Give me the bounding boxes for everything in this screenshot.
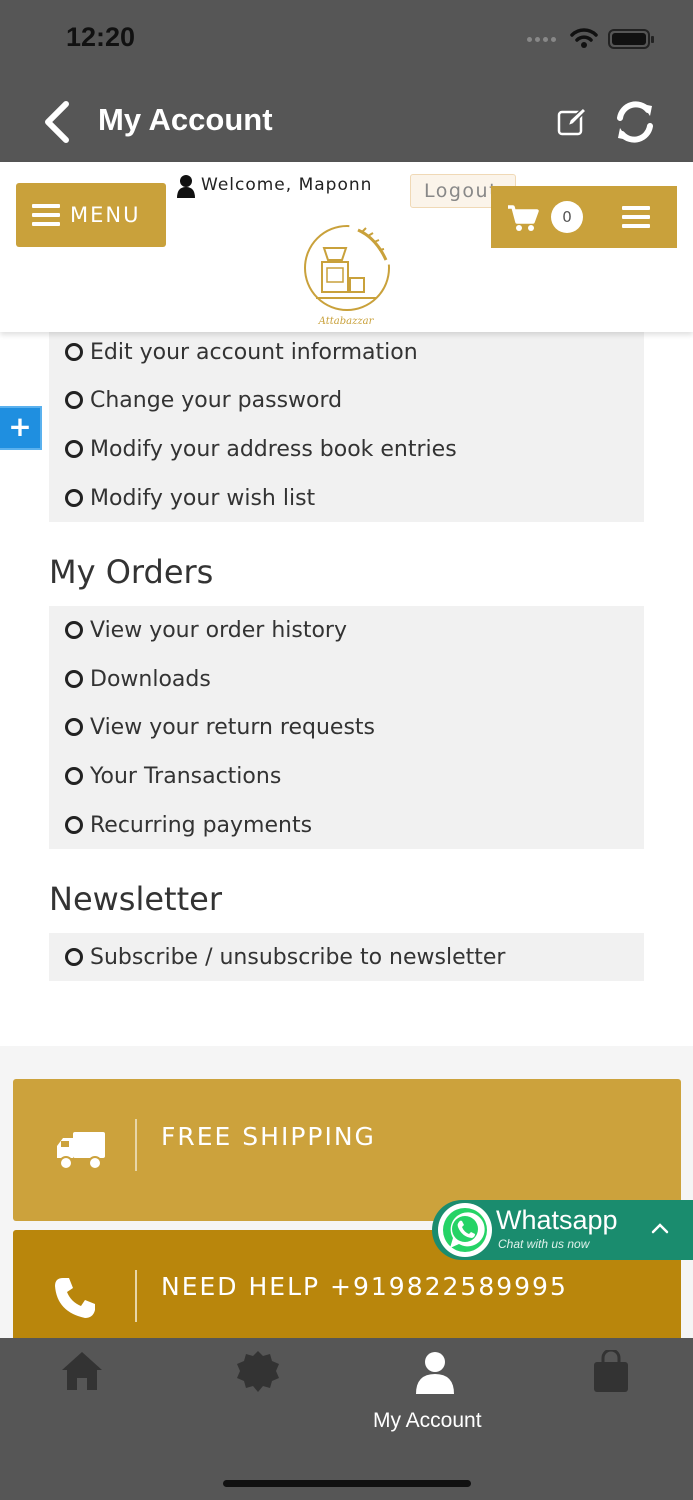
list-item[interactable]: View your order history <box>65 610 347 650</box>
list-item[interactable]: Downloads <box>65 659 211 699</box>
newsletter-heading: Newsletter <box>49 880 222 918</box>
tab-label-my-account[interactable]: My Account <box>373 1409 482 1433</box>
link-label: View your order history <box>90 617 347 643</box>
home-icon[interactable] <box>60 1350 104 1392</box>
circle-icon <box>65 440 83 458</box>
circle-icon <box>65 948 83 966</box>
link-label: Change your password <box>90 387 343 413</box>
list-item[interactable]: Modify your wish list <box>65 478 315 518</box>
user-icon <box>177 175 195 198</box>
logo-text: Attabazzar <box>318 316 374 327</box>
phone-icon[interactable] <box>53 1276 97 1320</box>
signal-icon <box>527 37 556 42</box>
free-shipping-label: FREE SHIPPING <box>161 1122 376 1151</box>
whatsapp-subtitle: Chat with us now <box>498 1237 590 1251</box>
my-orders-heading: My Orders <box>49 553 214 591</box>
link-label: Edit your account information <box>90 339 418 365</box>
hamburger-icon[interactable] <box>622 206 650 228</box>
edit-icon[interactable] <box>556 106 588 138</box>
list-item[interactable]: Modify your address book entries <box>65 429 457 469</box>
app-nav-bar: My Account <box>0 80 693 162</box>
link-label: Modify your address book entries <box>90 436 457 462</box>
newsletter-links-panel: Subscribe / unsubscribe to newsletter <box>49 933 644 981</box>
need-help-label[interactable]: NEED HELP +919822589995 <box>161 1272 568 1301</box>
circle-icon <box>65 670 83 688</box>
back-chevron-icon[interactable] <box>40 100 72 144</box>
wifi-icon <box>570 28 598 48</box>
list-item[interactable]: Subscribe / unsubscribe to newsletter <box>65 937 505 977</box>
account-links-panel: Edit your account information Change you… <box>49 326 644 522</box>
circle-icon <box>65 718 83 736</box>
list-item[interactable]: Your Transactions <box>65 756 281 796</box>
welcome-text: Welcome, Maponn <box>201 175 373 195</box>
circle-icon <box>65 816 83 834</box>
site-logo[interactable]: Attabazzar <box>296 220 398 330</box>
account-icon[interactable] <box>414 1350 456 1394</box>
badge-icon[interactable] <box>236 1350 280 1394</box>
circle-icon <box>65 391 83 409</box>
whatsapp-icon <box>438 1203 492 1257</box>
divider <box>135 1270 137 1322</box>
menu-label: MENU <box>70 203 141 227</box>
link-label: Downloads <box>90 666 211 692</box>
menu-button[interactable]: MENU <box>16 183 166 247</box>
circle-icon <box>65 767 83 785</box>
logo-icon <box>304 225 390 311</box>
refresh-icon[interactable] <box>612 100 658 144</box>
page-title: My Account <box>98 102 273 137</box>
cart-icon <box>508 205 539 231</box>
link-label: Modify your wish list <box>90 485 316 511</box>
list-item[interactable]: Recurring payments <box>65 805 312 845</box>
circle-icon <box>65 343 83 361</box>
list-item[interactable]: View your return requests <box>65 707 375 747</box>
home-indicator <box>223 1480 471 1487</box>
status-bar: 12:20 <box>0 0 693 80</box>
cart-button[interactable]: 0 <box>491 186 677 248</box>
status-time: 12:20 <box>66 22 136 52</box>
bottom-tab-bar: My Account <box>0 1338 693 1500</box>
site-header: MENU Welcome, Maponn Logout 0 Attabazzar <box>0 162 693 332</box>
orders-links-panel: View your order history Downloads View y… <box>49 606 644 849</box>
cart-count-badge: 0 <box>551 201 583 233</box>
truck-icon <box>57 1132 105 1170</box>
link-label: Your Transactions <box>90 763 282 789</box>
whatsapp-title: Whatsapp <box>496 1205 618 1235</box>
link-label: Subscribe / unsubscribe to newsletter <box>90 944 506 970</box>
circle-icon <box>65 489 83 507</box>
list-item[interactable]: Change your password <box>65 380 342 420</box>
link-label: Recurring payments <box>90 812 313 838</box>
whatsapp-chat-widget[interactable]: Whatsapp Chat with us now <box>432 1200 693 1260</box>
shopping-bag-icon[interactable] <box>592 1350 630 1394</box>
chevron-up-icon[interactable] <box>650 1218 670 1238</box>
battery-icon <box>608 29 654 49</box>
floating-add-button[interactable]: + <box>0 406 42 450</box>
list-item[interactable]: Edit your account information <box>65 332 418 372</box>
circle-icon <box>65 621 83 639</box>
divider <box>135 1119 137 1171</box>
link-label: View your return requests <box>90 714 376 740</box>
hamburger-icon <box>32 204 60 226</box>
